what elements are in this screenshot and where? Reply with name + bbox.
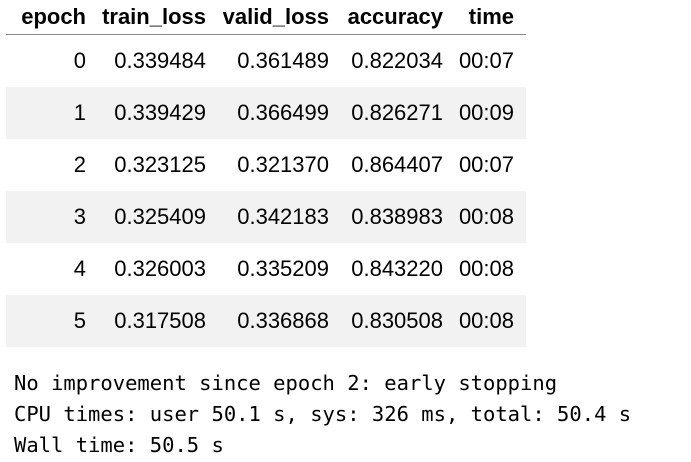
table-header-row: epoch train_loss valid_loss accuracy tim…	[6, 0, 526, 35]
cell-epoch: 4	[73, 256, 86, 281]
cell-output-text: No improvement since epoch 2: early stop…	[14, 368, 631, 461]
cell-train-loss: 0.339429	[98, 87, 218, 139]
cell-train-loss: 0.323125	[114, 152, 206, 177]
column-header-time: time	[455, 0, 526, 35]
cell-accuracy: 0.843220	[351, 256, 443, 281]
cell-time: 00:07	[458, 48, 514, 73]
cell-valid-loss: 0.342183	[218, 191, 341, 243]
cell-epoch: 2	[73, 152, 86, 177]
cell-accuracy: 0.830508	[341, 295, 455, 347]
early-stopping-message: No improvement since epoch 2: early stop…	[14, 371, 558, 395]
cell-train-loss: 0.317508	[98, 295, 218, 347]
column-header-accuracy: accuracy	[341, 0, 455, 35]
cell-valid-loss: 0.321370	[237, 152, 329, 177]
cell-valid-loss: 0.336868	[218, 295, 341, 347]
cell-epoch: 5	[6, 295, 98, 347]
cell-epoch: 3	[6, 191, 98, 243]
cell-valid-loss: 0.335209	[237, 256, 329, 281]
cell-accuracy: 0.822034	[351, 48, 443, 73]
cell-train-loss: 0.325409	[98, 191, 218, 243]
column-header-train-loss: train_loss	[98, 0, 218, 35]
table-row: 2 0.323125 0.321370 0.864407 00:07	[6, 139, 526, 191]
cell-train-loss: 0.339484	[114, 48, 206, 73]
table-row: 5 0.317508 0.336868 0.830508 00:08	[6, 295, 526, 347]
cell-time: 00:08	[455, 295, 526, 347]
cell-epoch: 0	[73, 48, 86, 73]
wall-time-line: Wall time: 50.5 s	[14, 433, 224, 457]
table-row: 0 0.339484 0.361489 0.822034 00:07	[6, 35, 526, 88]
cell-valid-loss: 0.366499	[218, 87, 341, 139]
cell-time: 00:08	[458, 256, 514, 281]
cell-accuracy: 0.826271	[341, 87, 455, 139]
cell-time: 00:08	[455, 191, 526, 243]
column-header-epoch: epoch	[6, 0, 98, 35]
training-results-table: epoch train_loss valid_loss accuracy tim…	[6, 0, 526, 347]
table-row: 3 0.325409 0.342183 0.838983 00:08	[6, 191, 526, 243]
training-results-table-container: epoch train_loss valid_loss accuracy tim…	[6, 0, 526, 347]
cell-accuracy: 0.864407	[351, 152, 443, 177]
cell-time: 00:07	[458, 152, 514, 177]
cell-train-loss: 0.326003	[114, 256, 206, 281]
cell-valid-loss: 0.361489	[237, 48, 329, 73]
table-row: 1 0.339429 0.366499 0.826271 00:09	[6, 87, 526, 139]
table-row: 4 0.326003 0.335209 0.843220 00:08	[6, 243, 526, 295]
column-header-valid-loss: valid_loss	[218, 0, 341, 35]
cell-accuracy: 0.838983	[341, 191, 455, 243]
cell-time: 00:09	[455, 87, 526, 139]
cell-epoch: 1	[6, 87, 98, 139]
cpu-times-line: CPU times: user 50.1 s, sys: 326 ms, tot…	[14, 402, 632, 426]
